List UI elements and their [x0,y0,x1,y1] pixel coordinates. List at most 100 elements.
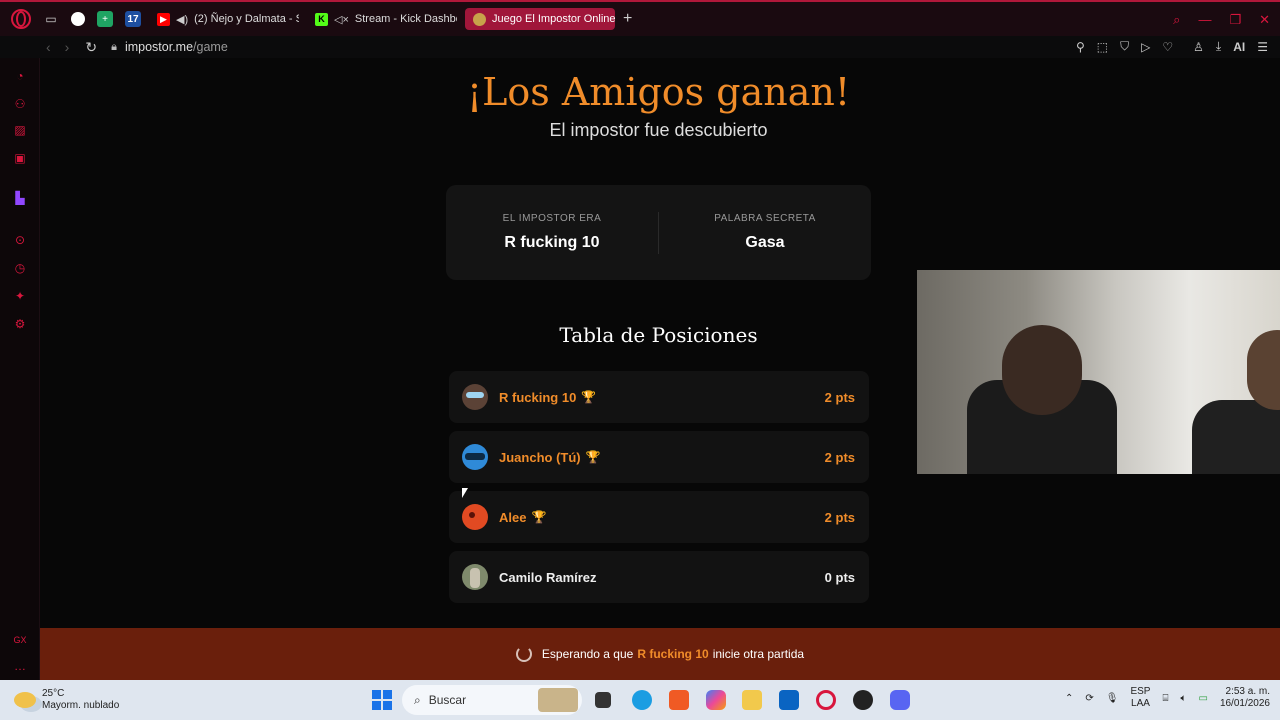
tab-label: (2) Ñejo y Dalmata - Se [194,13,299,25]
chevron-up-icon[interactable]: ⌃ [1065,693,1073,704]
avatar [462,564,488,590]
volume-icon[interactable]: 🔈︎ [1180,693,1186,704]
tab-youtube[interactable]: ▶ ◀) (2) Ñejo y Dalmata - Se [149,8,299,30]
heart-icon[interactable]: ♡ [1162,40,1173,54]
tab-kick[interactable]: K ◁× Stream - Kick Dashboa [307,8,457,30]
new-tab-icon[interactable]: + [623,10,632,28]
tab-label: Juego El Impostor Online - [492,13,615,25]
network-icon[interactable]: ⌸ [1162,693,1168,704]
url-field[interactable]: impostor.me/game [125,40,228,54]
lock-icon[interactable]: 🔒︎ [111,41,117,54]
discord-icon[interactable] [890,690,910,710]
tab-label: Stream - Kick Dashboa [354,13,457,25]
page-title: ¡Los Amigos ganan! [466,70,851,114]
maximize-icon[interactable]: ❐ [1229,12,1241,28]
impostor-column: EL IMPOSTOR ERA R fucking 10 [446,213,658,252]
settings-icon[interactable]: ⚙ [12,316,28,332]
leaderboard-row: Alee 🏆 2 pts [449,491,869,543]
search-placeholder: Buscar [428,693,467,707]
file-explorer-icon[interactable] [742,690,762,710]
download-icon[interactable]: ⤓ [1216,39,1221,54]
search-tabs-icon[interactable]: ⌕ [1173,12,1180,28]
mod-icon[interactable]: ▨ [12,122,28,138]
weather-text: 25°C Mayorm. nublado [42,688,119,712]
menu-icon[interactable]: ☰ [1257,40,1268,54]
pin-icon[interactable]: ⚲ [1076,40,1085,54]
spreadsheet-icon[interactable]: + [97,11,113,27]
chatgpt-icon[interactable] [71,12,85,26]
tab-impostor[interactable]: Juego El Impostor Online - [465,8,615,30]
trophy-icon: 🏆 [581,390,597,404]
windows-taskbar: 25°C Mayorm. nublado ⌕ Buscar ⌃ ⟳ 🎙︎ ESP… [0,680,1280,720]
webcam-overlay [917,270,1280,474]
speed-dial-icon[interactable]: ◔ [12,68,28,84]
forward-icon[interactable]: › [65,39,70,55]
history-icon[interactable]: ◷ [12,260,28,276]
opera-sidebar: ◔ ⚇ ▨ ▣ ▙ ⊙ ◷ ✦ ⚙ GX … [0,58,40,680]
system-tray: ⌃ ⟳ 🎙︎ ESP LAA ⌸ 🔈︎ ▭ 2:53 a. m. 16/01/2… [1065,686,1270,710]
snapshot-icon[interactable]: ⬚ [1097,40,1108,54]
weather-icon [14,692,36,708]
weather-widget[interactable]: 25°C Mayorm. nublado [14,688,119,712]
youtube-icon: ▶ [157,12,170,26]
waiting-suffix: inicie otra partida [712,647,805,661]
webcam-person-head [1002,325,1082,415]
player-icon[interactable]: ⊙ [12,232,28,248]
secret-word: Gasa [745,234,785,251]
play-icon[interactable]: ▷ [1141,40,1150,54]
impostor-icon [473,12,486,26]
address-bar: ‹ › ↻ 🔒︎ impostor.me/game ⚲ ⬚ ⛉ ▷ ♡ ♙ ⤓ … [0,36,1280,58]
secret-word-label: PALABRA SECRETA [714,213,816,224]
battery-icon[interactable]: ▭ [1198,693,1207,704]
twitch-icon[interactable]: ▙ [12,190,28,206]
reload-icon[interactable]: ↻ [85,39,97,56]
player-points: 0 pts [824,569,855,585]
language-bottom: LAA [1131,698,1150,709]
gamepad-icon[interactable]: ▭ [43,11,59,27]
clock[interactable]: 2:53 a. m. 16/01/2026 [1220,686,1270,710]
player-points: 2 pts [824,509,855,525]
speaker-icon[interactable]: ◀) [176,13,188,26]
music-icon[interactable]: ▣ [12,150,28,166]
edge-icon[interactable] [632,690,652,710]
clock-time: 2:53 a. m. [1225,686,1270,697]
temperature: 25°C [42,688,65,699]
avatar [462,384,488,410]
task-view-icon[interactable] [595,692,611,708]
result-subtitle: El impostor fue descubierto [549,120,768,140]
browser-tab-bar: ▭ + 17 ▶ ◀) (2) Ñejo y Dalmata - Se K ◁×… [0,0,1280,36]
search-icon: ⌕ [414,692,421,707]
language-indicator[interactable]: ESP LAA [1130,686,1150,710]
sync-icon[interactable]: ⟳ [1085,693,1093,704]
gx-icon[interactable]: GX [12,632,28,648]
minimize-icon[interactable]: — [1198,12,1211,28]
taskbar-search[interactable]: ⌕ Buscar [402,685,582,715]
webcam-person [1192,400,1280,474]
trophy-icon: 🏆 [531,510,547,524]
language-top: ESP [1130,686,1151,697]
more-icon[interactable]: … [12,658,28,674]
start-button[interactable] [372,690,392,710]
avatar [462,504,488,530]
close-icon[interactable]: ✕ [1259,12,1270,28]
opera-logo-icon[interactable] [11,9,31,29]
window-controls: ⌕ — ❐ ✕ [1173,12,1270,28]
opera-gx-taskbar-icon[interactable] [816,690,836,710]
outlook-icon[interactable] [779,690,799,710]
extensions-icon[interactable]: ✦ [12,288,28,304]
ai-button[interactable]: AI [1233,40,1245,54]
trophy-icon: 🏆 [585,450,601,464]
brave-icon[interactable] [669,690,689,710]
account-icon[interactable]: ♙ [1193,40,1204,54]
twitch-like-icon[interactable]: ⚇ [12,96,28,112]
copilot-icon[interactable] [706,690,726,710]
leaderboard-row: Camilo Ramírez 0 pts [449,551,869,603]
obs-icon[interactable] [853,690,873,710]
impostor-name: R fucking 10 [504,234,600,251]
back-icon[interactable]: ‹ [46,39,51,55]
microphone-icon[interactable]: 🎙︎ [1106,693,1119,704]
muted-speaker-icon[interactable]: ◁× [334,13,349,26]
seventeen-icon[interactable]: 17 [125,11,141,27]
shield-icon[interactable]: ⛉ [1120,39,1129,54]
leaderboard-row: Juancho (Tú) 🏆 2 pts [449,431,869,483]
